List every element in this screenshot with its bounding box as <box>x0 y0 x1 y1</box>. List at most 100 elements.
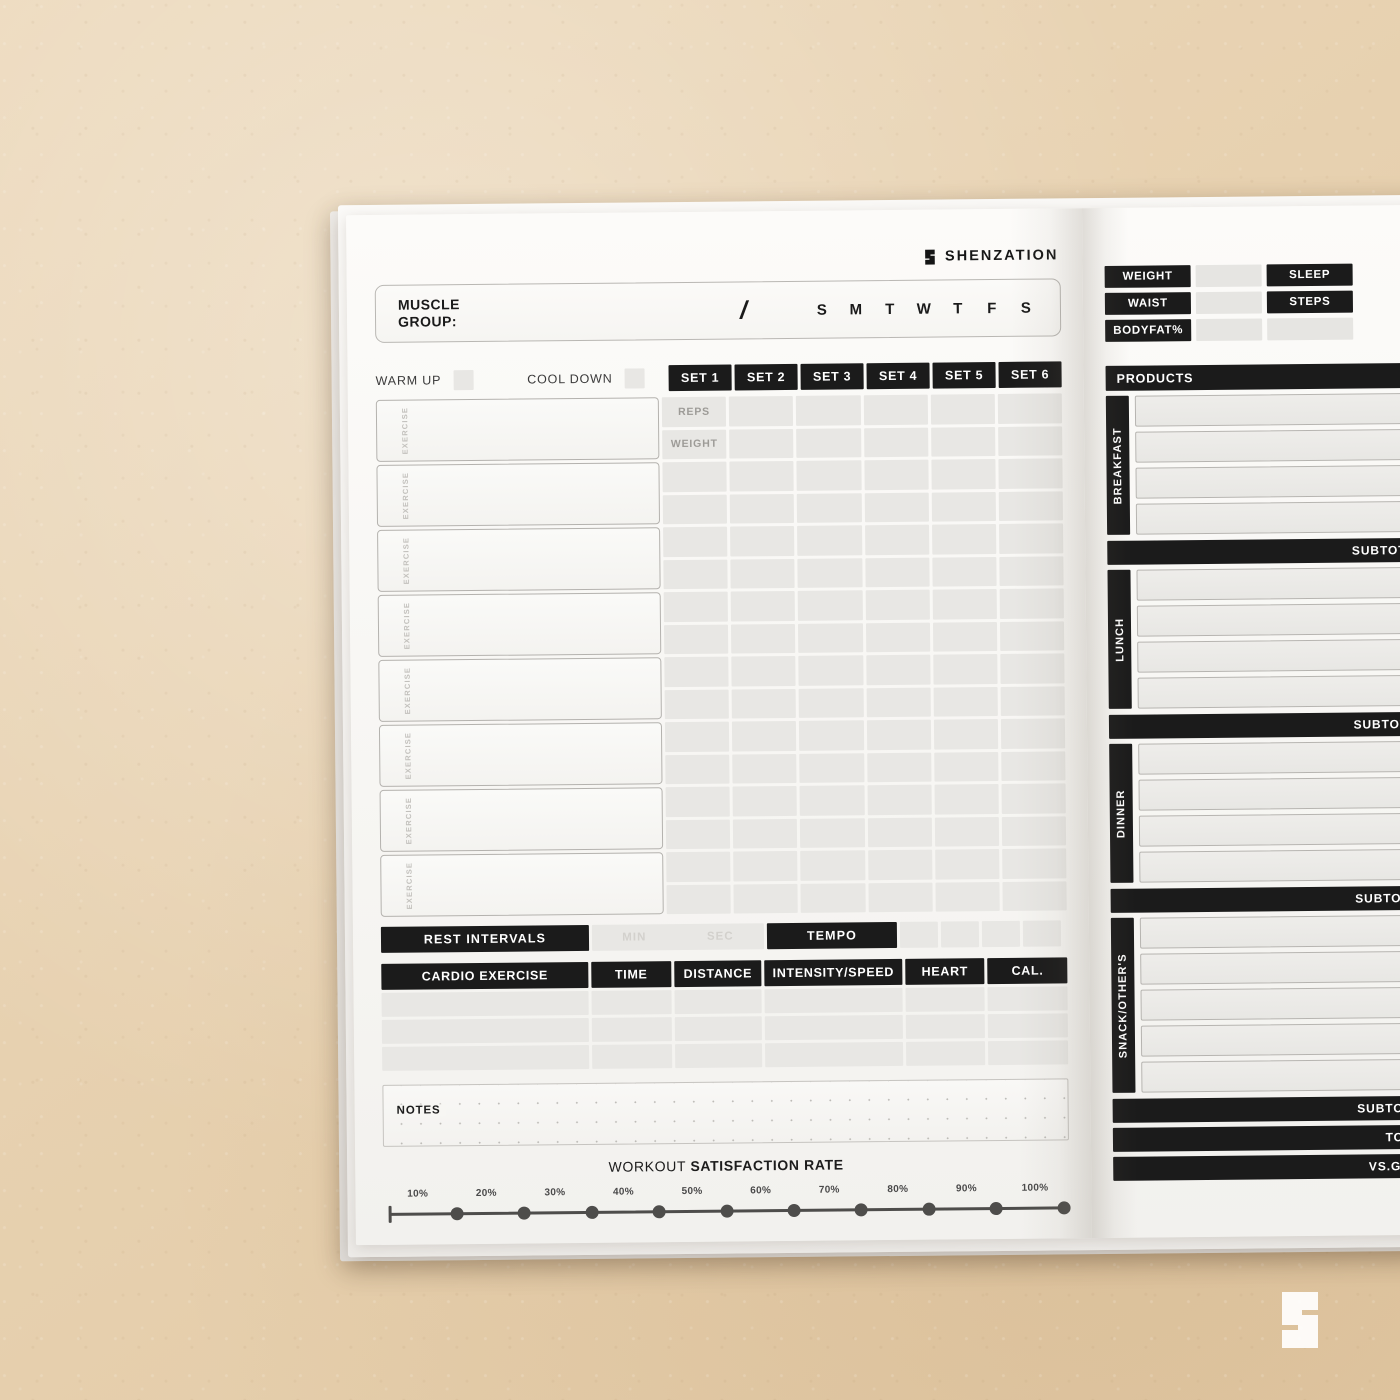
set-cell-6-1[interactable] <box>997 393 1063 424</box>
set-cell-4-16[interactable] <box>867 882 933 913</box>
set-cell-6-14[interactable] <box>1001 815 1067 846</box>
set-cell-3-16[interactable] <box>800 882 866 913</box>
set-cell-3-13[interactable] <box>799 785 865 816</box>
bodyfat-input[interactable] <box>1196 318 1263 342</box>
set-cell-4-1[interactable] <box>863 394 928 425</box>
set-cell-4-15[interactable] <box>867 849 933 880</box>
set-cell-4-3[interactable] <box>863 459 929 490</box>
set-cell-2-8[interactable] <box>731 623 796 654</box>
cardio-cell-2-5[interactable] <box>905 1014 986 1039</box>
set-cell-3-12[interactable] <box>799 752 865 783</box>
set-cell-4-13[interactable] <box>867 784 932 815</box>
exercise-row-8[interactable]: EXERCISE <box>380 852 664 917</box>
set-cell-4-8[interactable] <box>865 622 930 653</box>
cardio-cell-3-4[interactable] <box>765 1041 903 1068</box>
set-cell-1-14[interactable] <box>665 819 731 850</box>
meal-line-3-3[interactable] <box>1140 986 1400 1021</box>
waist-input[interactable] <box>1195 291 1263 315</box>
cardio-cell-3-5[interactable] <box>905 1041 986 1066</box>
satisfaction-dot-20%[interactable] <box>457 1207 524 1208</box>
set-cell-3-8[interactable] <box>798 622 863 653</box>
meal-line-3-2[interactable] <box>1140 950 1400 985</box>
weekday-3[interactable]: W <box>907 300 941 317</box>
exercise-row-5[interactable]: EXERCISE <box>378 657 662 722</box>
satisfaction-dot-30%[interactable] <box>524 1206 591 1207</box>
set-cell-1-10[interactable] <box>664 689 730 720</box>
rest-min-sec-field[interactable]: MIN SEC <box>591 923 765 951</box>
set-cell-5-6[interactable] <box>932 556 997 587</box>
set-cell-2-15[interactable] <box>733 850 798 882</box>
set-cell-6-10[interactable] <box>1000 685 1065 716</box>
set-cell-2-5[interactable] <box>730 525 795 557</box>
meal-line-1-1[interactable] <box>1136 566 1400 601</box>
set-cell-4-5[interactable] <box>864 524 930 555</box>
set-cell-1-11[interactable] <box>664 721 730 752</box>
satisfaction-dot-90%[interactable] <box>929 1202 996 1203</box>
set-cell-3-1[interactable] <box>796 395 861 426</box>
set-cell-2-12[interactable] <box>732 753 797 784</box>
cardio-cell-1-1[interactable] <box>381 990 589 1017</box>
set-cell-2-10[interactable] <box>731 688 797 719</box>
set-cell-5-14[interactable] <box>934 816 999 847</box>
exercise-row-1[interactable]: EXERCISE <box>375 397 660 462</box>
meal-line-2-1[interactable] <box>1138 740 1400 775</box>
set-cell-1-3[interactable] <box>662 461 727 492</box>
meal-line-2-4[interactable] <box>1139 848 1400 883</box>
meal-line-0-1[interactable] <box>1134 392 1400 427</box>
set-cell-4-6[interactable] <box>864 557 930 588</box>
set-cell-3-5[interactable] <box>797 525 862 556</box>
set-cell-2-16[interactable] <box>733 883 799 914</box>
set-cell-1-12[interactable] <box>665 754 730 785</box>
set-cell-2-14[interactable] <box>733 818 798 849</box>
meal-line-1-4[interactable] <box>1137 674 1400 709</box>
exercise-row-4[interactable]: EXERCISE <box>377 592 662 657</box>
set-cell-3-11[interactable] <box>799 720 864 751</box>
set-cell-5-7[interactable] <box>932 588 997 620</box>
set-cell-4-7[interactable] <box>865 589 930 620</box>
exercise-row-7[interactable]: EXERCISE <box>379 787 664 852</box>
cardio-cell-2-6[interactable] <box>988 1013 1068 1039</box>
set-cell-2-3[interactable] <box>729 460 795 492</box>
cardio-cell-2-1[interactable] <box>381 1017 590 1044</box>
set-cell-1-9[interactable] <box>664 656 729 687</box>
meal-line-0-3[interactable] <box>1135 464 1400 499</box>
set-cell-4-4[interactable] <box>864 492 929 523</box>
set-cell-6-16[interactable] <box>1002 880 1067 911</box>
set-cell-5-16[interactable] <box>935 881 1000 912</box>
set-cell-3-9[interactable] <box>798 655 864 686</box>
satisfaction-dot-10%[interactable] <box>390 1207 457 1208</box>
set-cell-1-4[interactable] <box>662 494 728 525</box>
set-cell-3-14[interactable] <box>800 817 865 848</box>
set-cell-5-2[interactable] <box>930 426 996 457</box>
satisfaction-dot-80%[interactable] <box>861 1203 928 1204</box>
set-cell-3-3[interactable] <box>796 460 862 491</box>
exercise-row-3[interactable]: EXERCISE <box>377 527 661 592</box>
muscle-group-bar[interactable]: MUSCLE GROUP: / S M T W T F S <box>374 278 1062 343</box>
meal-line-2-3[interactable] <box>1138 812 1400 847</box>
weekday-selector[interactable]: S M T W T F S <box>805 299 1043 318</box>
tempo-box-4[interactable] <box>1022 920 1062 947</box>
set-cell-6-2[interactable] <box>997 425 1063 456</box>
weekday-0[interactable]: S <box>805 301 839 318</box>
meal-line-3-1[interactable] <box>1139 914 1400 949</box>
set-cell-6-9[interactable] <box>1000 653 1065 684</box>
set-cell-2-2[interactable] <box>729 428 794 459</box>
set-cell-1-15[interactable] <box>666 851 731 882</box>
cardio-cell-3-2[interactable] <box>592 1044 672 1069</box>
weekday-6[interactable]: S <box>1009 299 1043 316</box>
cardio-cell-1-3[interactable] <box>674 989 763 1015</box>
set-cell-6-5[interactable] <box>998 523 1064 554</box>
set-cell-6-12[interactable] <box>1001 750 1066 781</box>
exercise-row-2[interactable]: EXERCISE <box>376 462 661 527</box>
set-cell-5-12[interactable] <box>933 751 999 782</box>
cardio-cell-1-6[interactable] <box>987 986 1068 1012</box>
set-cell-3-4[interactable] <box>797 492 862 523</box>
set-cell-1-8[interactable] <box>663 624 729 655</box>
cardio-cell-3-3[interactable] <box>674 1043 763 1069</box>
cardio-cell-3-1[interactable] <box>382 1044 590 1071</box>
set-cell-5-13[interactable] <box>934 783 999 815</box>
meal-line-0-2[interactable] <box>1135 428 1400 463</box>
set-cell-5-1[interactable] <box>930 394 995 425</box>
set-cell-4-10[interactable] <box>866 687 931 718</box>
set-cell-3-7[interactable] <box>798 590 863 621</box>
